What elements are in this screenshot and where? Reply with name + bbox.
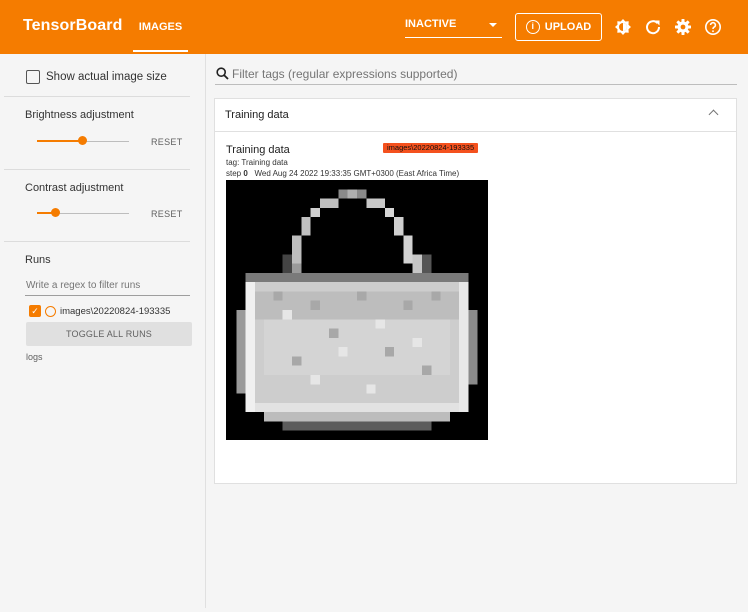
brightness-icon[interactable] — [614, 18, 632, 36]
step-label: step — [226, 169, 242, 178]
brand-title: TensorBoard — [23, 17, 123, 34]
image-step-line: step 0 Wed Aug 24 2022 19:33:35 GMT+0300… — [226, 169, 459, 178]
run-item[interactable]: ✓ images\20220824-193335 — [29, 304, 170, 318]
tag-filter-input[interactable]: Filter tags (regular expressions support… — [215, 63, 737, 85]
show-actual-size-checkbox[interactable]: Show actual image size — [26, 70, 167, 84]
tag-card: Training data Training data images\20220… — [214, 98, 737, 484]
upload-button[interactable]: i UPLOAD — [515, 13, 602, 41]
brightness-slider-fill — [37, 140, 83, 142]
run-filter-placeholder: Write a regex to filter runs — [26, 280, 141, 291]
bag-image — [227, 180, 487, 440]
tag-filter-placeholder: Filter tags (regular expressions support… — [232, 67, 458, 81]
logdir-label: logs — [26, 352, 43, 362]
run-color-icon[interactable] — [45, 305, 56, 317]
image-tag: tag: Training data — [226, 158, 288, 167]
tab-images[interactable]: IMAGES — [133, 0, 188, 54]
info-icon: i — [525, 20, 540, 34]
runs-label: Runs — [25, 254, 51, 266]
gear-icon[interactable] — [674, 18, 692, 36]
check-icon[interactable]: ✓ — [29, 305, 41, 317]
run-badge: images\20220824-193335 — [383, 143, 479, 153]
refresh-icon[interactable] — [644, 18, 662, 36]
card-title: Training data — [225, 109, 289, 121]
timestamp: Wed Aug 24 2022 19:33:35 GMT+0300 (East … — [254, 169, 460, 178]
image-title: Training data — [226, 144, 290, 156]
brightness-label: Brightness adjustment — [25, 109, 134, 121]
brightness-section: Brightness adjustment RESET — [4, 97, 190, 170]
step-value: 0 — [243, 169, 248, 178]
search-icon — [216, 67, 229, 80]
chevron-up-icon[interactable] — [708, 109, 719, 120]
contrast-reset-button[interactable]: RESET — [151, 209, 183, 219]
upload-label: UPLOAD — [544, 21, 592, 33]
run-filter-input[interactable]: Write a regex to filter runs — [25, 276, 190, 296]
run-name: images\20220824-193335 — [60, 305, 171, 317]
checkbox-icon — [26, 70, 40, 84]
sidebar: Show actual image size Brightness adjust… — [4, 54, 206, 608]
image-preview[interactable] — [226, 180, 488, 440]
brightness-reset-button[interactable]: RESET — [151, 137, 183, 147]
chevron-down-icon — [489, 23, 497, 27]
actual-size-section: Show actual image size — [4, 54, 190, 97]
brightness-slider-thumb[interactable] — [78, 136, 87, 145]
contrast-section: Contrast adjustment RESET — [4, 170, 190, 242]
contrast-slider-thumb[interactable] — [51, 208, 60, 217]
card-header[interactable]: Training data — [215, 99, 736, 132]
contrast-label: Contrast adjustment — [25, 182, 124, 194]
toggle-all-runs-button[interactable]: TOGGLE ALL RUNS — [26, 322, 192, 346]
show-actual-size-label: Show actual image size — [46, 71, 167, 83]
plugin-select-value: INACTIVE — [405, 18, 457, 30]
help-icon[interactable] — [704, 18, 722, 36]
plugin-select[interactable]: INACTIVE — [405, 18, 502, 38]
top-bar: TensorBoard IMAGES INACTIVE i UPLOAD — [0, 0, 748, 54]
